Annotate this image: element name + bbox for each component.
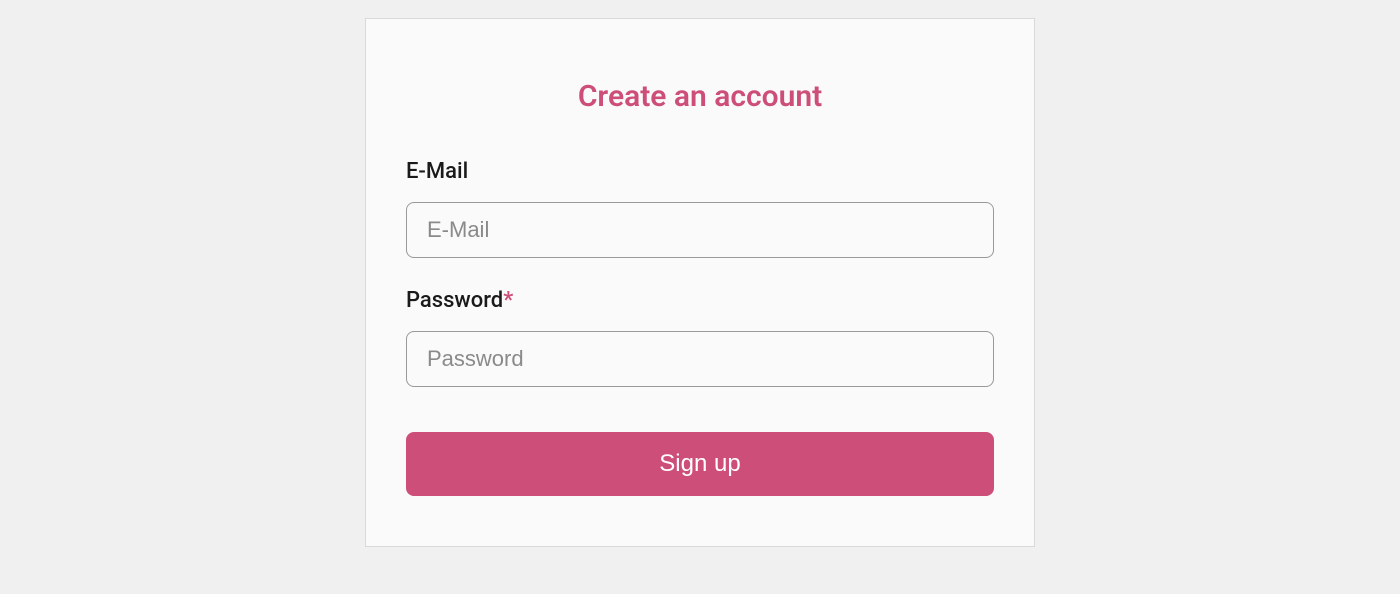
form-title: Create an account <box>406 79 994 114</box>
password-label-text: Password <box>406 288 503 313</box>
password-input[interactable] <box>406 331 994 387</box>
email-group: E-Mail <box>406 159 994 258</box>
password-label: Password* <box>406 288 994 313</box>
email-label: E-Mail <box>406 159 994 184</box>
email-input[interactable] <box>406 202 994 258</box>
signup-card: Create an account E-Mail Password* Sign … <box>365 18 1035 547</box>
signup-button[interactable]: Sign up <box>406 432 994 496</box>
required-marker: * <box>503 288 513 313</box>
password-group: Password* <box>406 288 994 387</box>
